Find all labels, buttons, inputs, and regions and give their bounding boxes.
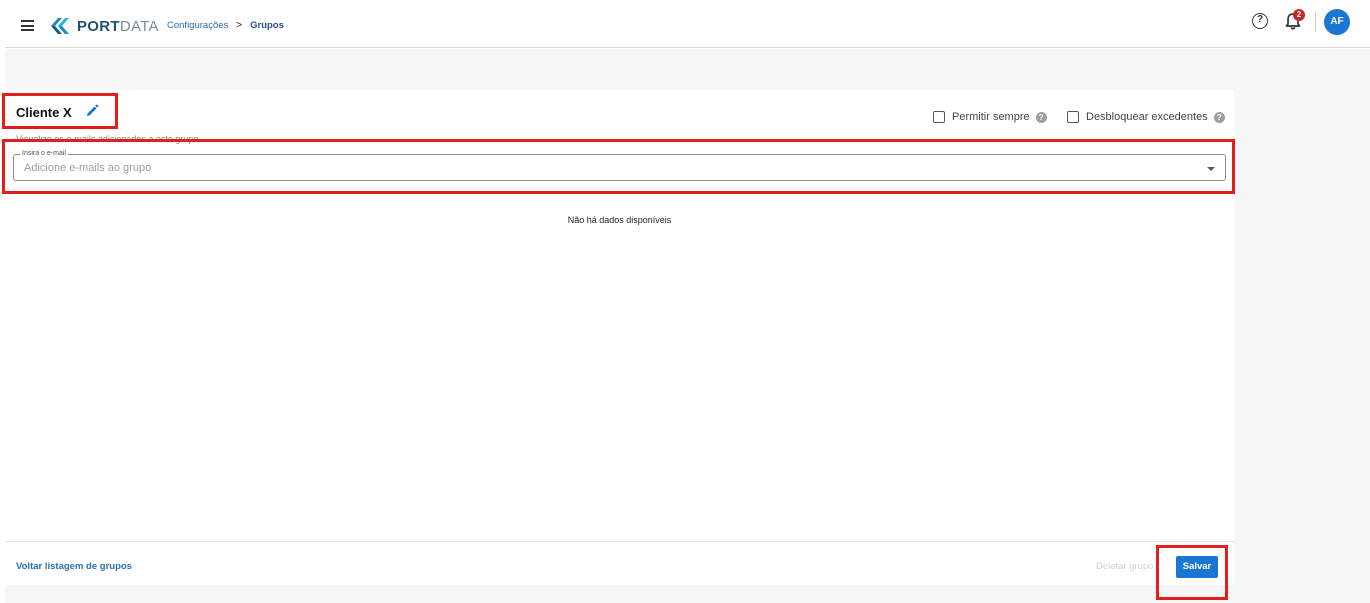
checkbox-box[interactable] (1067, 111, 1079, 123)
delete-group-button[interactable]: Deletar grupo (1096, 561, 1154, 572)
hamburger-menu-icon[interactable] (21, 20, 34, 31)
portdata-logo[interactable]: PORTDATA (49, 16, 159, 36)
logo-port-text: PORT (77, 17, 120, 35)
edit-pencil-icon[interactable] (85, 104, 99, 118)
email-input-placeholder: Adicione e-mails ao grupo (24, 162, 152, 174)
top-bar: PORTDATA Configurações > Grupos (5, 5, 1370, 48)
desbloquear-excedentes-label: Desbloquear excedentes (1086, 111, 1208, 123)
user-avatar[interactable]: AF (1324, 9, 1350, 35)
breadcrumb-grupos: Grupos (250, 20, 284, 31)
header-divider (1315, 12, 1316, 32)
notification-badge: 2 (1293, 9, 1305, 21)
dropdown-arrow-icon[interactable] (1207, 167, 1215, 171)
help-icon[interactable]: ? (1252, 13, 1268, 29)
save-button[interactable]: Salvar (1176, 556, 1218, 578)
help-circle-icon[interactable]: ? (1035, 111, 1047, 123)
page-background-bottom (5, 585, 1234, 603)
permitir-sempre-checkbox[interactable]: Permitir sempre ? (933, 111, 1047, 123)
logo-data-text: DATA (119, 17, 159, 35)
email-input[interactable]: Insira o e-mail Adicione e-mails ao grup… (13, 150, 1226, 181)
help-circle-icon[interactable]: ? (1213, 111, 1225, 123)
desbloquear-excedentes-checkbox[interactable]: Desbloquear excedentes ? (1067, 111, 1225, 123)
group-subtitle: Visualize os e-mails adicionados a este … (16, 134, 199, 144)
breadcrumb-separator: > (236, 20, 243, 31)
group-card: Cliente X Visualize os e-mails adicionad… (5, 90, 1234, 585)
page-background-right (1234, 90, 1370, 603)
checkbox-box[interactable] (933, 111, 945, 123)
footer-divider (5, 541, 1234, 542)
email-input-label: Insira o e-mail (20, 150, 68, 157)
breadcrumb-configuracoes[interactable]: Configurações (167, 20, 228, 31)
portdata-logo-icon (51, 18, 69, 34)
permitir-sempre-label: Permitir sempre (952, 111, 1030, 123)
empty-table-message: Não há dados disponíveis (567, 215, 672, 225)
group-title: Cliente X (16, 105, 72, 120)
back-to-groups-link[interactable]: Voltar listagem de grupos (16, 561, 132, 572)
logo-wordmark: PORTDATA (77, 18, 159, 35)
page-background-top (5, 49, 1370, 90)
breadcrumb: Configurações > Grupos (167, 20, 284, 31)
